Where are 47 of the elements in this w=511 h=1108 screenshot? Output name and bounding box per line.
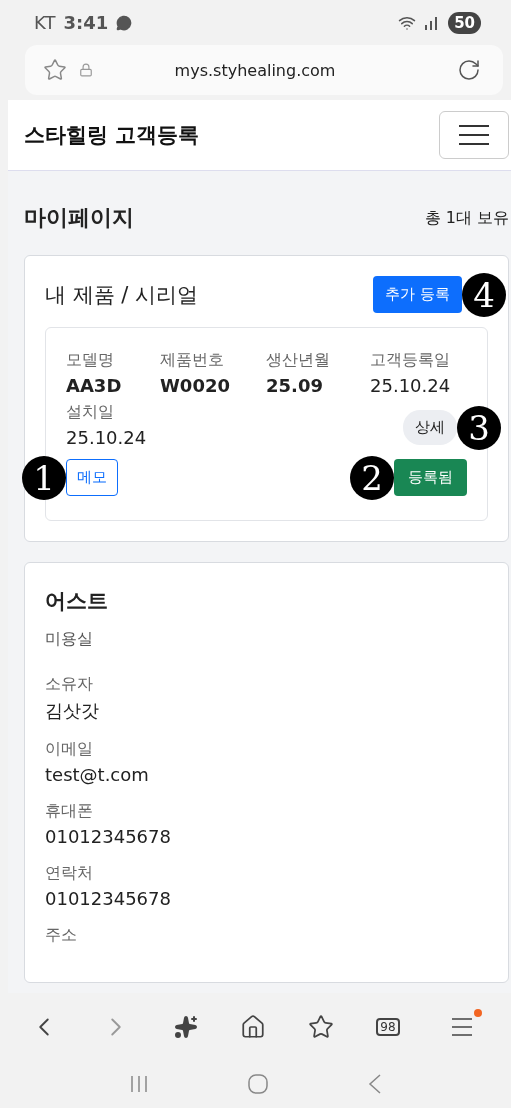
menu-button[interactable] xyxy=(439,111,509,159)
field-value: 25.10.24 xyxy=(66,427,148,448)
customer-name: 어스트 xyxy=(45,588,109,615)
reload-icon[interactable] xyxy=(457,58,481,82)
battery-icon: 50 xyxy=(448,11,481,34)
category-text: 미용실 xyxy=(45,629,94,650)
field-label: 주소 xyxy=(45,925,78,946)
field-label: 소유자 xyxy=(45,674,94,695)
carrier: KT xyxy=(34,12,56,33)
site-title: 스타힐링 고객등록 xyxy=(24,122,200,149)
memo-button[interactable]: 메모 xyxy=(66,459,118,496)
chat-icon xyxy=(116,14,133,31)
clock: 3:41 xyxy=(63,12,109,33)
field-value: 25.10.24 xyxy=(370,375,452,396)
field-label: 휴대폰 xyxy=(45,801,94,822)
field-value: W0020 xyxy=(160,375,231,396)
page-title: 마이페이지 xyxy=(24,204,134,232)
field-label: 설치일 xyxy=(66,402,115,423)
numbered-callout: 3 xyxy=(457,405,501,450)
field-value: 25.09 xyxy=(266,375,324,396)
count-text: 총 1대 보유 xyxy=(424,207,509,229)
field-value: 김삿갓 xyxy=(45,699,100,723)
field-value: 01012345678 xyxy=(45,888,172,909)
field-value: AA3D xyxy=(66,375,123,396)
sparkle-icon[interactable] xyxy=(173,1014,198,1039)
field-label: 고객등록일 xyxy=(370,350,451,371)
tabs-button[interactable]: 98 xyxy=(376,1017,400,1036)
lock-icon xyxy=(79,63,93,77)
field-label: 제품번호 xyxy=(160,350,225,371)
home-icon[interactable] xyxy=(239,1013,266,1040)
add-button[interactable]: 추가 등록 xyxy=(373,276,462,313)
field-value: 01012345678 xyxy=(45,826,172,847)
star-icon[interactable] xyxy=(43,58,67,82)
detail-button[interactable]: 상세 xyxy=(403,410,457,445)
card-title: 내 제품 / 시리얼 xyxy=(45,281,199,309)
field-label: 이메일 xyxy=(45,739,94,760)
field-value: test@t.com xyxy=(45,764,150,785)
numbered-callout: 2 xyxy=(350,455,394,500)
numbered-callout: 4 xyxy=(462,272,506,317)
numbered-callout: 1 xyxy=(22,455,66,500)
field-label: 연락처 xyxy=(45,863,94,884)
bookmarks-icon[interactable] xyxy=(308,1013,335,1040)
field-label: 생산년월 xyxy=(266,350,331,371)
home-button-icon[interactable] xyxy=(247,1073,270,1095)
status-button[interactable]: 등록됨 xyxy=(394,459,467,496)
back-nav-icon[interactable] xyxy=(367,1073,382,1095)
field-label: 모델명 xyxy=(66,350,115,371)
